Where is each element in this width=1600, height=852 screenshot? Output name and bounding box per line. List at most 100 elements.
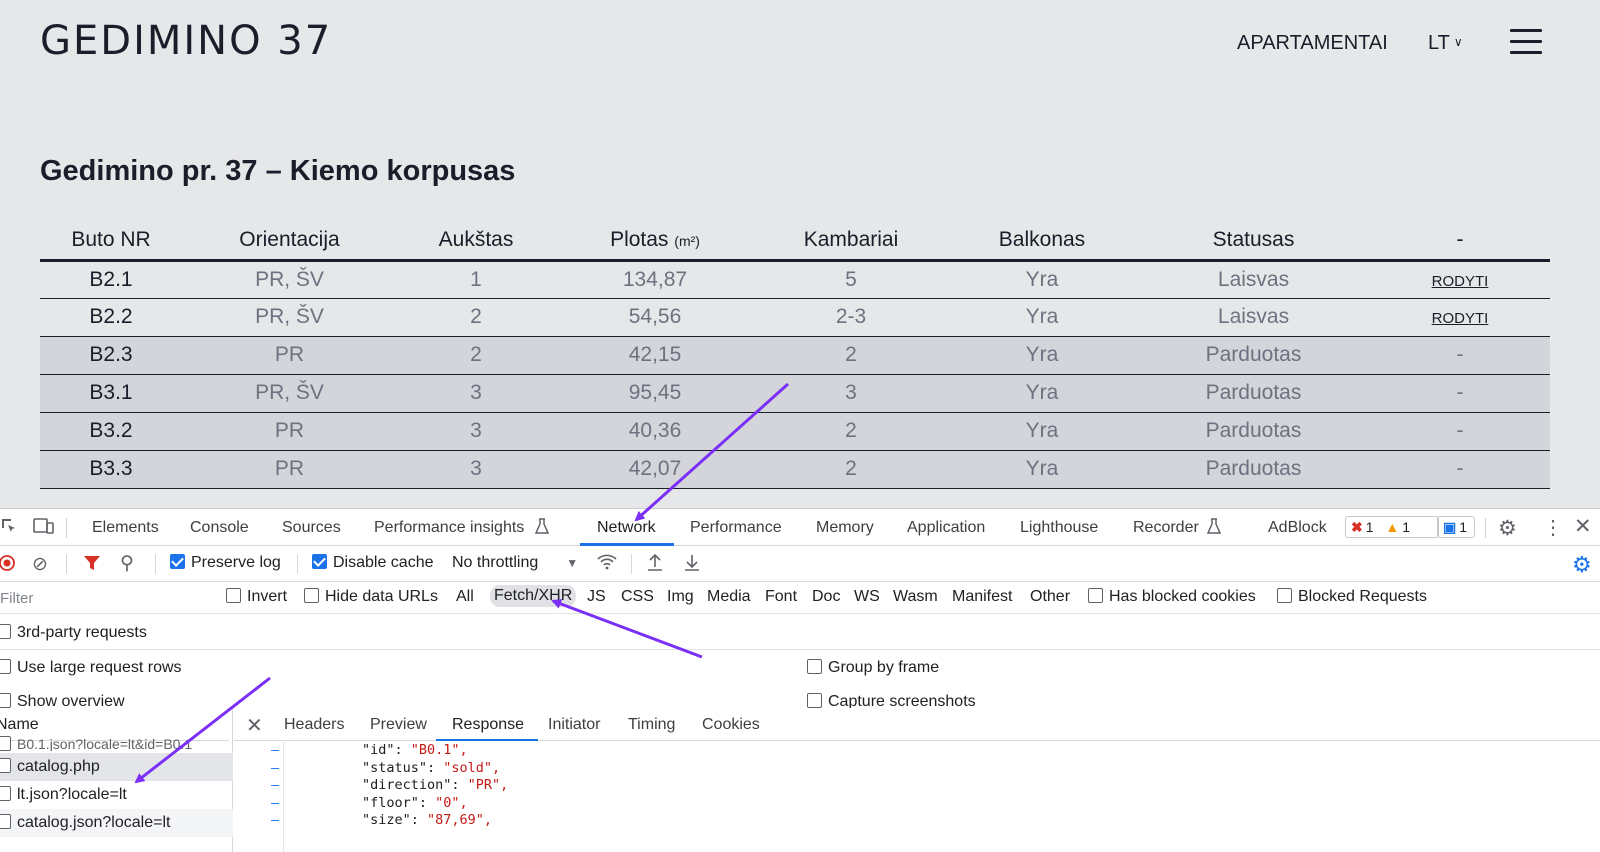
filter-input[interactable] bbox=[0, 586, 210, 610]
section-title: Gedimino pr. 37 – Kiemo korpusas bbox=[40, 155, 516, 187]
filter-type-doc[interactable]: Doc bbox=[812, 588, 840, 606]
third-party-requests-checkbox[interactable]: 3rd-party requests bbox=[0, 624, 147, 642]
disable-cache-checkbox[interactable]: Disable cache bbox=[312, 554, 434, 572]
json-key: "id": bbox=[362, 742, 411, 758]
tab-lighthouse[interactable]: Lighthouse bbox=[1020, 519, 1098, 537]
more-options-icon[interactable]: ⋮ bbox=[1543, 515, 1563, 540]
rodyti-link[interactable]: RODYTI bbox=[1432, 310, 1489, 327]
network-conditions-icon[interactable] bbox=[596, 552, 618, 577]
checkbox bbox=[0, 786, 11, 801]
request-row-catalog-json[interactable]: catalog.json?locale=lt bbox=[0, 809, 233, 837]
checkbox bbox=[0, 758, 11, 773]
inspect-element-icon[interactable] bbox=[0, 517, 18, 540]
request-row-b01[interactable]: B0.1.json?locale=lt&id=B0.1 bbox=[0, 736, 233, 751]
nav-apartamentai-link[interactable]: APARTAMENTAI bbox=[1237, 32, 1388, 55]
filter-type-all[interactable]: All bbox=[456, 588, 474, 606]
language-selector[interactable]: LT ∨ bbox=[1428, 32, 1463, 55]
has-blocked-cookies-label: Has blocked cookies bbox=[1109, 588, 1256, 605]
tab-network[interactable]: Network bbox=[597, 519, 656, 537]
detail-tab-response[interactable]: Response bbox=[452, 716, 524, 734]
large-request-rows-checkbox[interactable]: Use large request rows bbox=[0, 659, 182, 677]
group-by-frame-checkbox[interactable]: Group by frame bbox=[807, 659, 939, 677]
hamburger-menu-icon[interactable] bbox=[1510, 29, 1542, 57]
detail-tab-preview[interactable]: Preview bbox=[370, 716, 427, 734]
tab-memory[interactable]: Memory bbox=[816, 519, 874, 537]
response-line: "id": "B0.1", bbox=[286, 742, 508, 760]
preserve-log-checkbox[interactable]: Preserve log bbox=[170, 554, 281, 572]
tab-adblock[interactable]: AdBlock bbox=[1268, 519, 1327, 537]
checkbox bbox=[807, 659, 822, 674]
cell-kambariai: 2 bbox=[755, 412, 947, 451]
invert-checkbox[interactable]: Invert bbox=[226, 588, 287, 606]
filter-type-font[interactable]: Font bbox=[765, 588, 797, 606]
detail-tab-cookies[interactable]: Cookies bbox=[702, 716, 760, 734]
cell-balkonas: Yra bbox=[947, 374, 1137, 413]
filter-type-media[interactable]: Media bbox=[707, 588, 751, 606]
fold-marker: – bbox=[271, 812, 280, 828]
cell-buto-nr: B2.3 bbox=[40, 336, 182, 375]
filter-type-manifest[interactable]: Manifest bbox=[952, 588, 1012, 606]
throttling-select[interactable]: No throttling ▼ bbox=[452, 554, 578, 572]
filter-type-img[interactable]: Img bbox=[667, 588, 694, 606]
blocked-requests-label: Blocked Requests bbox=[1298, 588, 1427, 605]
site-logo[interactable]: GEDIMINO 37 bbox=[40, 18, 332, 64]
messages-badge[interactable]: ▣ 1 bbox=[1437, 516, 1475, 538]
filter-type-wasm[interactable]: Wasm bbox=[893, 588, 938, 606]
has-blocked-cookies-checkbox[interactable]: Has blocked cookies bbox=[1088, 588, 1256, 606]
export-har-icon[interactable] bbox=[683, 553, 701, 578]
tab-performance[interactable]: Performance bbox=[690, 519, 782, 537]
device-toolbar-icon[interactable] bbox=[33, 517, 55, 540]
search-icon[interactable]: ⚲ bbox=[120, 552, 134, 575]
filter-funnel-icon[interactable] bbox=[83, 554, 101, 577]
cell-action: - bbox=[1370, 374, 1550, 413]
tab-recorder[interactable]: Recorder bbox=[1133, 519, 1199, 537]
cell-buto-nr: B3.1 bbox=[40, 374, 182, 413]
request-name: lt.json?locale=lt bbox=[17, 786, 127, 803]
detail-tab-initiator[interactable]: Initiator bbox=[548, 716, 600, 734]
checkbox bbox=[0, 659, 11, 674]
import-har-icon[interactable] bbox=[646, 553, 664, 578]
cell-plotas: 134,87 bbox=[555, 260, 755, 299]
filter-type-css[interactable]: CSS bbox=[621, 588, 654, 606]
requests-list: Name B0.1.json?locale=lt&id=B0.1 catalog… bbox=[0, 708, 233, 852]
filter-type-fetch-xhr[interactable]: Fetch/XHR bbox=[490, 585, 577, 607]
cell-balkonas: Yra bbox=[947, 412, 1137, 451]
filter-type-ws[interactable]: WS bbox=[854, 588, 880, 606]
settings-gear-icon[interactable]: ⚙ bbox=[1498, 516, 1517, 541]
active-detail-tab-indicator bbox=[436, 739, 538, 741]
tab-console[interactable]: Console bbox=[190, 519, 249, 537]
col-plotas-label: Plotas bbox=[610, 228, 669, 252]
tab-performance-insights[interactable]: Performance insights bbox=[374, 519, 524, 537]
filter-type-js[interactable]: JS bbox=[587, 588, 606, 606]
tab-sources[interactable]: Sources bbox=[282, 519, 341, 537]
tab-elements[interactable]: Elements bbox=[92, 519, 159, 537]
rodyti-link[interactable]: RODYTI bbox=[1432, 273, 1489, 290]
tab-application[interactable]: Application bbox=[907, 519, 985, 537]
checkbox-checked bbox=[312, 554, 327, 569]
request-row-catalog-php[interactable]: catalog.php bbox=[0, 753, 233, 781]
tab-separator bbox=[1485, 518, 1486, 538]
close-detail-icon[interactable]: ✕ bbox=[246, 713, 263, 738]
cell-statusas: Parduotas bbox=[1137, 450, 1370, 489]
cell-buto-nr: B2.2 bbox=[40, 298, 182, 337]
hide-data-urls-checkbox[interactable]: Hide data URLs bbox=[304, 588, 438, 606]
response-viewer[interactable]: – – – – – "id": "B0.1", "status": "sold", "dir… bbox=[234, 742, 1600, 852]
clear-icon[interactable]: ⊘ bbox=[32, 553, 48, 576]
network-settings-gear-icon[interactable]: ⚙ bbox=[1572, 552, 1592, 578]
detail-tab-headers[interactable]: Headers bbox=[284, 716, 344, 734]
issues-badge[interactable]: ✖ 1 ▲ 1 bbox=[1345, 516, 1439, 538]
cell-balkonas: Yra bbox=[947, 260, 1137, 299]
hide-data-urls-label: Hide data URLs bbox=[325, 588, 438, 605]
cell-action: RODYTI bbox=[1370, 298, 1550, 337]
request-row-lt-json[interactable]: lt.json?locale=lt bbox=[0, 781, 233, 809]
toolbar-separator bbox=[155, 554, 156, 574]
cell-orientacija: PR bbox=[182, 450, 397, 489]
flask-icon bbox=[1206, 518, 1222, 540]
detail-tab-timing[interactable]: Timing bbox=[628, 716, 675, 734]
json-string-value: "PR", bbox=[467, 777, 509, 793]
blocked-requests-checkbox[interactable]: Blocked Requests bbox=[1277, 588, 1427, 606]
record-stop-icon[interactable] bbox=[0, 554, 16, 577]
table-row: B3.1 PR, ŠV 3 95,45 3 Yra Parduotas - bbox=[40, 374, 1550, 413]
filter-type-other[interactable]: Other bbox=[1030, 588, 1070, 606]
close-devtools-icon[interactable]: ✕ bbox=[1574, 514, 1592, 539]
